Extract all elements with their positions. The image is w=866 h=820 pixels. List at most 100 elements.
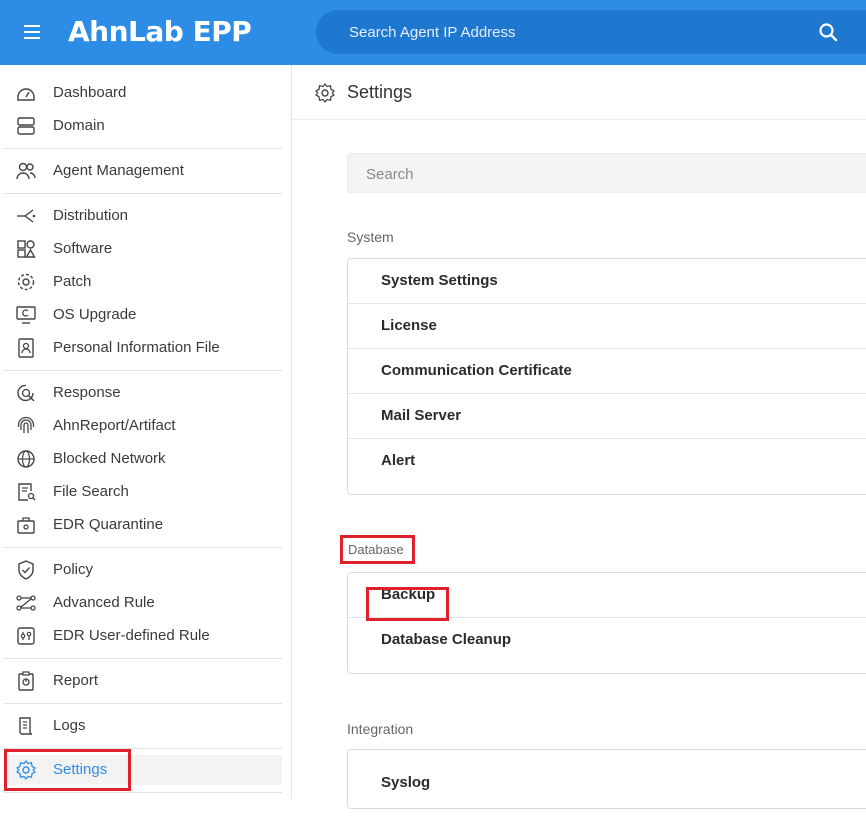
- sidebar-item-file-search[interactable]: File Search: [0, 477, 282, 507]
- gear-icon: [16, 760, 36, 780]
- settings-item-label: Alert: [381, 452, 416, 469]
- sidebar-item-report[interactable]: Report: [0, 666, 282, 696]
- globe-icon: [17, 450, 35, 468]
- settings-search-input[interactable]: [366, 163, 846, 185]
- divider: [4, 193, 282, 194]
- personal-file-icon: [18, 338, 34, 358]
- sidebar-item-label: Logs: [53, 717, 86, 734]
- sidebar-item-label: Settings: [53, 761, 108, 778]
- settings-item-syslog[interactable]: Syslog: [348, 760, 866, 820]
- sidebar-item-patch[interactable]: Patch: [0, 267, 282, 297]
- sidebar-item-dashboard[interactable]: Dashboard: [0, 78, 282, 108]
- settings-item-label: Communication Certificate: [381, 362, 572, 379]
- sidebar-item-advanced-rule[interactable]: Advanced Rule: [0, 588, 282, 618]
- sidebar-item-label: Advanced Rule: [53, 594, 155, 611]
- sidebar-item-edr-quarantine[interactable]: EDR Quarantine: [0, 510, 282, 540]
- settings-item-label: Backup: [381, 586, 436, 603]
- settings-item-label: Mail Server: [381, 407, 462, 424]
- database-settings-card: Backup Database Cleanup: [347, 572, 866, 674]
- sidebar-item-label: AhnReport/Artifact: [53, 417, 176, 434]
- sidebar-item-software[interactable]: Software: [0, 234, 282, 264]
- rule-icon: [17, 627, 35, 645]
- sidebar-item-domain[interactable]: Domain: [0, 111, 282, 141]
- page-title: Settings: [347, 82, 413, 102]
- os-upgrade-icon: [16, 306, 36, 324]
- sidebar-item-personal-information-file[interactable]: Personal Information File: [0, 333, 282, 363]
- top-bar: AhnLab EPP: [0, 0, 866, 65]
- sidebar-item-settings[interactable]: Settings: [4, 755, 282, 785]
- app-logo: AhnLab EPP: [68, 15, 252, 48]
- shield-icon: [18, 560, 34, 580]
- settings-item-label: Database Cleanup: [381, 631, 512, 648]
- settings-item-database-cleanup[interactable]: Database Cleanup: [348, 618, 866, 673]
- sidebar-item-logs[interactable]: Logs: [0, 711, 282, 741]
- agent-ip-search: [316, 10, 866, 54]
- sidebar-item-response[interactable]: Response: [0, 378, 282, 408]
- settings-item-backup[interactable]: Backup: [348, 573, 866, 618]
- settings-item-mail-server[interactable]: Mail Server: [348, 394, 866, 439]
- report-icon: [18, 671, 34, 691]
- sidebar-item-label: EDR User-defined Rule: [53, 627, 210, 644]
- section-label-database: Database: [348, 542, 404, 557]
- response-icon: [17, 384, 35, 402]
- sidebar-item-label: Dashboard: [53, 84, 127, 101]
- advanced-rule-icon: [16, 595, 36, 611]
- main-content: Settings System System Settings License …: [292, 65, 866, 809]
- sidebar-item-label: Software: [53, 240, 113, 257]
- divider: [4, 792, 282, 793]
- file-search-icon: [18, 483, 36, 501]
- settings-item-communication-certificate[interactable]: Communication Certificate: [348, 349, 866, 394]
- divider: [4, 748, 282, 749]
- divider: [4, 547, 282, 548]
- settings-item-alert[interactable]: Alert: [348, 439, 866, 494]
- sidebar-item-label: Report: [53, 672, 99, 689]
- divider: [4, 370, 282, 371]
- gear-icon: [315, 83, 335, 103]
- settings-item-label: Syslog: [381, 774, 431, 791]
- settings-item-license[interactable]: License: [348, 304, 866, 349]
- logs-icon: [19, 717, 33, 735]
- system-settings-card: System Settings License Communication Ce…: [347, 258, 866, 495]
- sidebar-item-edr-user-defined-rule[interactable]: EDR User-defined Rule: [0, 621, 282, 651]
- section-label-integration: Integration: [347, 721, 414, 737]
- sidebar-item-label: EDR Quarantine: [53, 516, 164, 533]
- sidebar-item-label: Personal Information File: [53, 339, 220, 356]
- settings-item-label: License: [381, 317, 437, 334]
- sidebar-item-os-upgrade[interactable]: OS Upgrade: [0, 300, 282, 330]
- agent-ip-search-input[interactable]: [349, 20, 789, 44]
- sidebar-item-label: Domain: [53, 117, 105, 134]
- sidebar-item-label: Patch: [53, 273, 92, 290]
- sidebar-item-label: Policy: [53, 561, 94, 578]
- settings-item-system-settings[interactable]: System Settings: [348, 259, 866, 304]
- quarantine-icon: [17, 517, 35, 534]
- menu-icon[interactable]: [20, 20, 44, 44]
- dashboard-icon: [17, 88, 35, 101]
- fingerprint-icon: [17, 416, 35, 433]
- integration-settings-card: Syslog: [347, 749, 866, 809]
- sidebar: Dashboard Domain Agent Management Distri…: [0, 65, 292, 799]
- distribution-icon: [17, 209, 36, 223]
- sidebar-item-blocked-network[interactable]: Blocked Network: [0, 444, 282, 474]
- section-label-system: System: [347, 229, 394, 245]
- divider: [4, 703, 282, 704]
- sidebar-item-label: File Search: [53, 483, 129, 500]
- sidebar-item-distribution[interactable]: Distribution: [0, 201, 282, 231]
- users-icon: [16, 162, 36, 180]
- page-header: Settings: [292, 65, 866, 120]
- sidebar-item-label: Response: [53, 384, 121, 401]
- sidebar-item-ahnreport-artifact[interactable]: AhnReport/Artifact: [0, 411, 282, 441]
- sidebar-item-policy[interactable]: Policy: [0, 555, 282, 585]
- divider: [4, 658, 282, 659]
- sidebar-item-agent-management[interactable]: Agent Management: [0, 156, 282, 186]
- patch-icon: [17, 273, 35, 291]
- sidebar-item-label: Agent Management: [53, 162, 184, 179]
- settings-search: [347, 153, 866, 193]
- divider: [4, 148, 282, 149]
- search-icon[interactable]: [818, 22, 838, 42]
- settings-item-label: System Settings: [381, 272, 498, 289]
- sidebar-item-label: OS Upgrade: [53, 306, 137, 323]
- software-icon: [17, 240, 36, 258]
- sidebar-item-label: Distribution: [53, 207, 129, 224]
- domain-icon: [17, 117, 35, 135]
- sidebar-item-label: Blocked Network: [53, 450, 166, 467]
